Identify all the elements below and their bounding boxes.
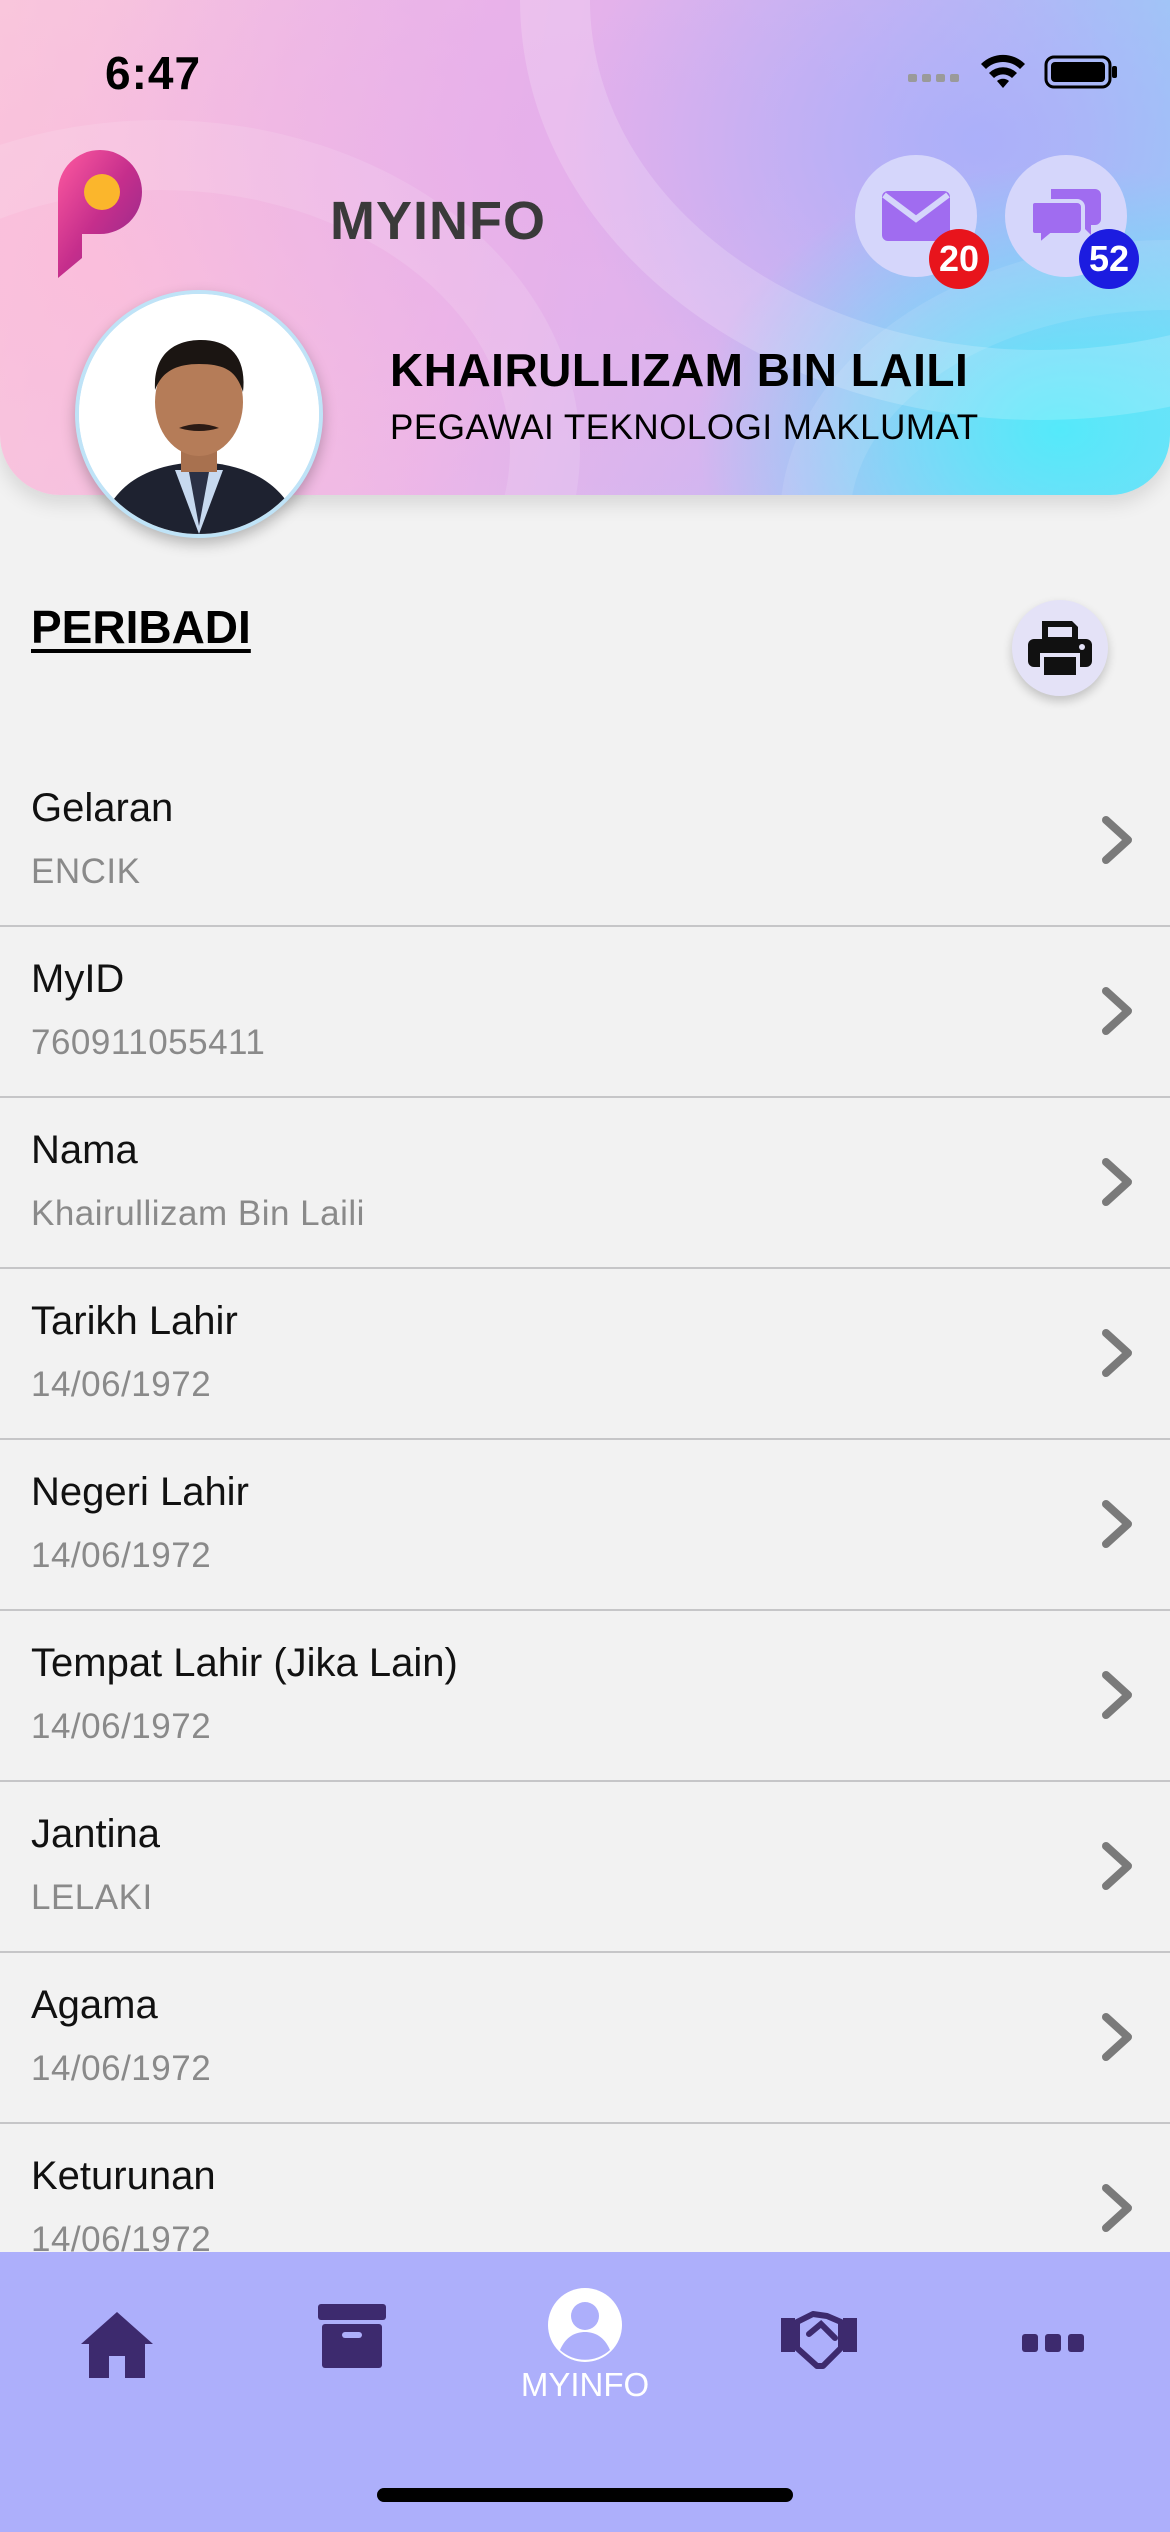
list-item-tempat-lahir[interactable]: Tempat Lahir (Jika Lain) 14/06/1972 bbox=[0, 1611, 1170, 1782]
field-label: Agama bbox=[31, 1983, 158, 2027]
field-value: 14/06/1972 bbox=[31, 1536, 212, 1575]
field-value: ENCIK bbox=[31, 852, 141, 891]
tab-home[interactable] bbox=[42, 2286, 192, 2416]
chevron-right-icon bbox=[1102, 1329, 1132, 1377]
field-label: Negeri Lahir bbox=[31, 1470, 249, 1514]
mail-icon bbox=[882, 191, 950, 241]
chevron-right-icon bbox=[1102, 1842, 1132, 1890]
status-icons bbox=[908, 54, 1118, 90]
tab-myinfo[interactable]: MYINFO bbox=[510, 2286, 660, 2416]
home-indicator bbox=[377, 2488, 793, 2502]
user-circle-icon bbox=[548, 2288, 622, 2362]
chevron-right-icon bbox=[1102, 1500, 1132, 1548]
field-value: Khairullizam Bin Laili bbox=[31, 1194, 365, 1233]
print-button[interactable] bbox=[1012, 600, 1108, 696]
chevron-right-icon bbox=[1102, 987, 1132, 1035]
field-label: MyID bbox=[31, 957, 125, 1001]
list-item-jantina[interactable]: Jantina LELAKI bbox=[0, 1782, 1170, 1953]
list-item-nama[interactable]: Nama Khairullizam Bin Laili bbox=[0, 1098, 1170, 1269]
chat-button[interactable]: 52 bbox=[1005, 155, 1139, 289]
field-value: LELAKI bbox=[31, 1878, 153, 1917]
signal-icon bbox=[908, 74, 959, 82]
list-item-myid[interactable]: MyID 760911055411 bbox=[0, 927, 1170, 1098]
field-value: 14/06/1972 bbox=[31, 1707, 212, 1746]
home-icon bbox=[81, 2312, 153, 2378]
field-label: Tarikh Lahir bbox=[31, 1299, 238, 1343]
list-item-agama[interactable]: Agama 14/06/1972 bbox=[0, 1953, 1170, 2124]
mail-count-badge: 20 bbox=[929, 229, 989, 289]
field-label: Tempat Lahir (Jika Lain) bbox=[31, 1641, 458, 1685]
profile-photo bbox=[79, 294, 319, 534]
handshake-icon bbox=[781, 2311, 857, 2369]
chevron-right-icon bbox=[1102, 2013, 1132, 2061]
field-label: Nama bbox=[31, 1128, 138, 1172]
tab-archive[interactable] bbox=[277, 2286, 427, 2416]
chat-count-badge: 52 bbox=[1079, 229, 1139, 289]
avatar[interactable] bbox=[75, 290, 323, 538]
field-label: Gelaran bbox=[31, 786, 174, 830]
app-logo-icon bbox=[58, 150, 142, 278]
status-time: 6:47 bbox=[105, 47, 202, 99]
chevron-right-icon bbox=[1102, 2184, 1132, 2232]
more-icon bbox=[1022, 2334, 1084, 2352]
user-role: PEGAWAI TEKNOLOGI MAKLUMAT bbox=[390, 408, 979, 447]
tab-handshake[interactable] bbox=[744, 2286, 894, 2416]
info-list: Gelaran ENCIK MyID 760911055411 Nama Kha… bbox=[0, 756, 1170, 2295]
tab-label-myinfo: MYINFO bbox=[520, 2366, 650, 2403]
list-item-negeri-lahir[interactable]: Negeri Lahir 14/06/1972 bbox=[0, 1440, 1170, 1611]
chevron-right-icon bbox=[1102, 1671, 1132, 1719]
list-item-tarikh-lahir[interactable]: Tarikh Lahir 14/06/1972 bbox=[0, 1269, 1170, 1440]
tab-more[interactable] bbox=[978, 2286, 1128, 2416]
field-value: 760911055411 bbox=[31, 1023, 266, 1062]
section-title: PERIBADI bbox=[31, 601, 251, 653]
mail-button[interactable]: 20 bbox=[855, 155, 989, 289]
field-value: 14/06/1972 bbox=[31, 2049, 212, 2088]
field-label: Jantina bbox=[31, 1812, 160, 1856]
field-value: 14/06/1972 bbox=[31, 1365, 212, 1404]
chevron-right-icon bbox=[1102, 816, 1132, 864]
user-name: KHAIRULLIZAM BIN LAILI bbox=[390, 344, 969, 396]
printer-icon bbox=[1028, 621, 1092, 677]
battery-icon bbox=[1044, 55, 1117, 89]
field-label: Keturunan bbox=[31, 2154, 216, 2198]
list-item-gelaran[interactable]: Gelaran ENCIK bbox=[0, 756, 1170, 927]
wifi-icon bbox=[981, 54, 1025, 88]
archive-icon bbox=[318, 2304, 386, 2368]
page-title: MYINFO bbox=[330, 191, 546, 251]
chevron-right-icon bbox=[1102, 1158, 1132, 1206]
